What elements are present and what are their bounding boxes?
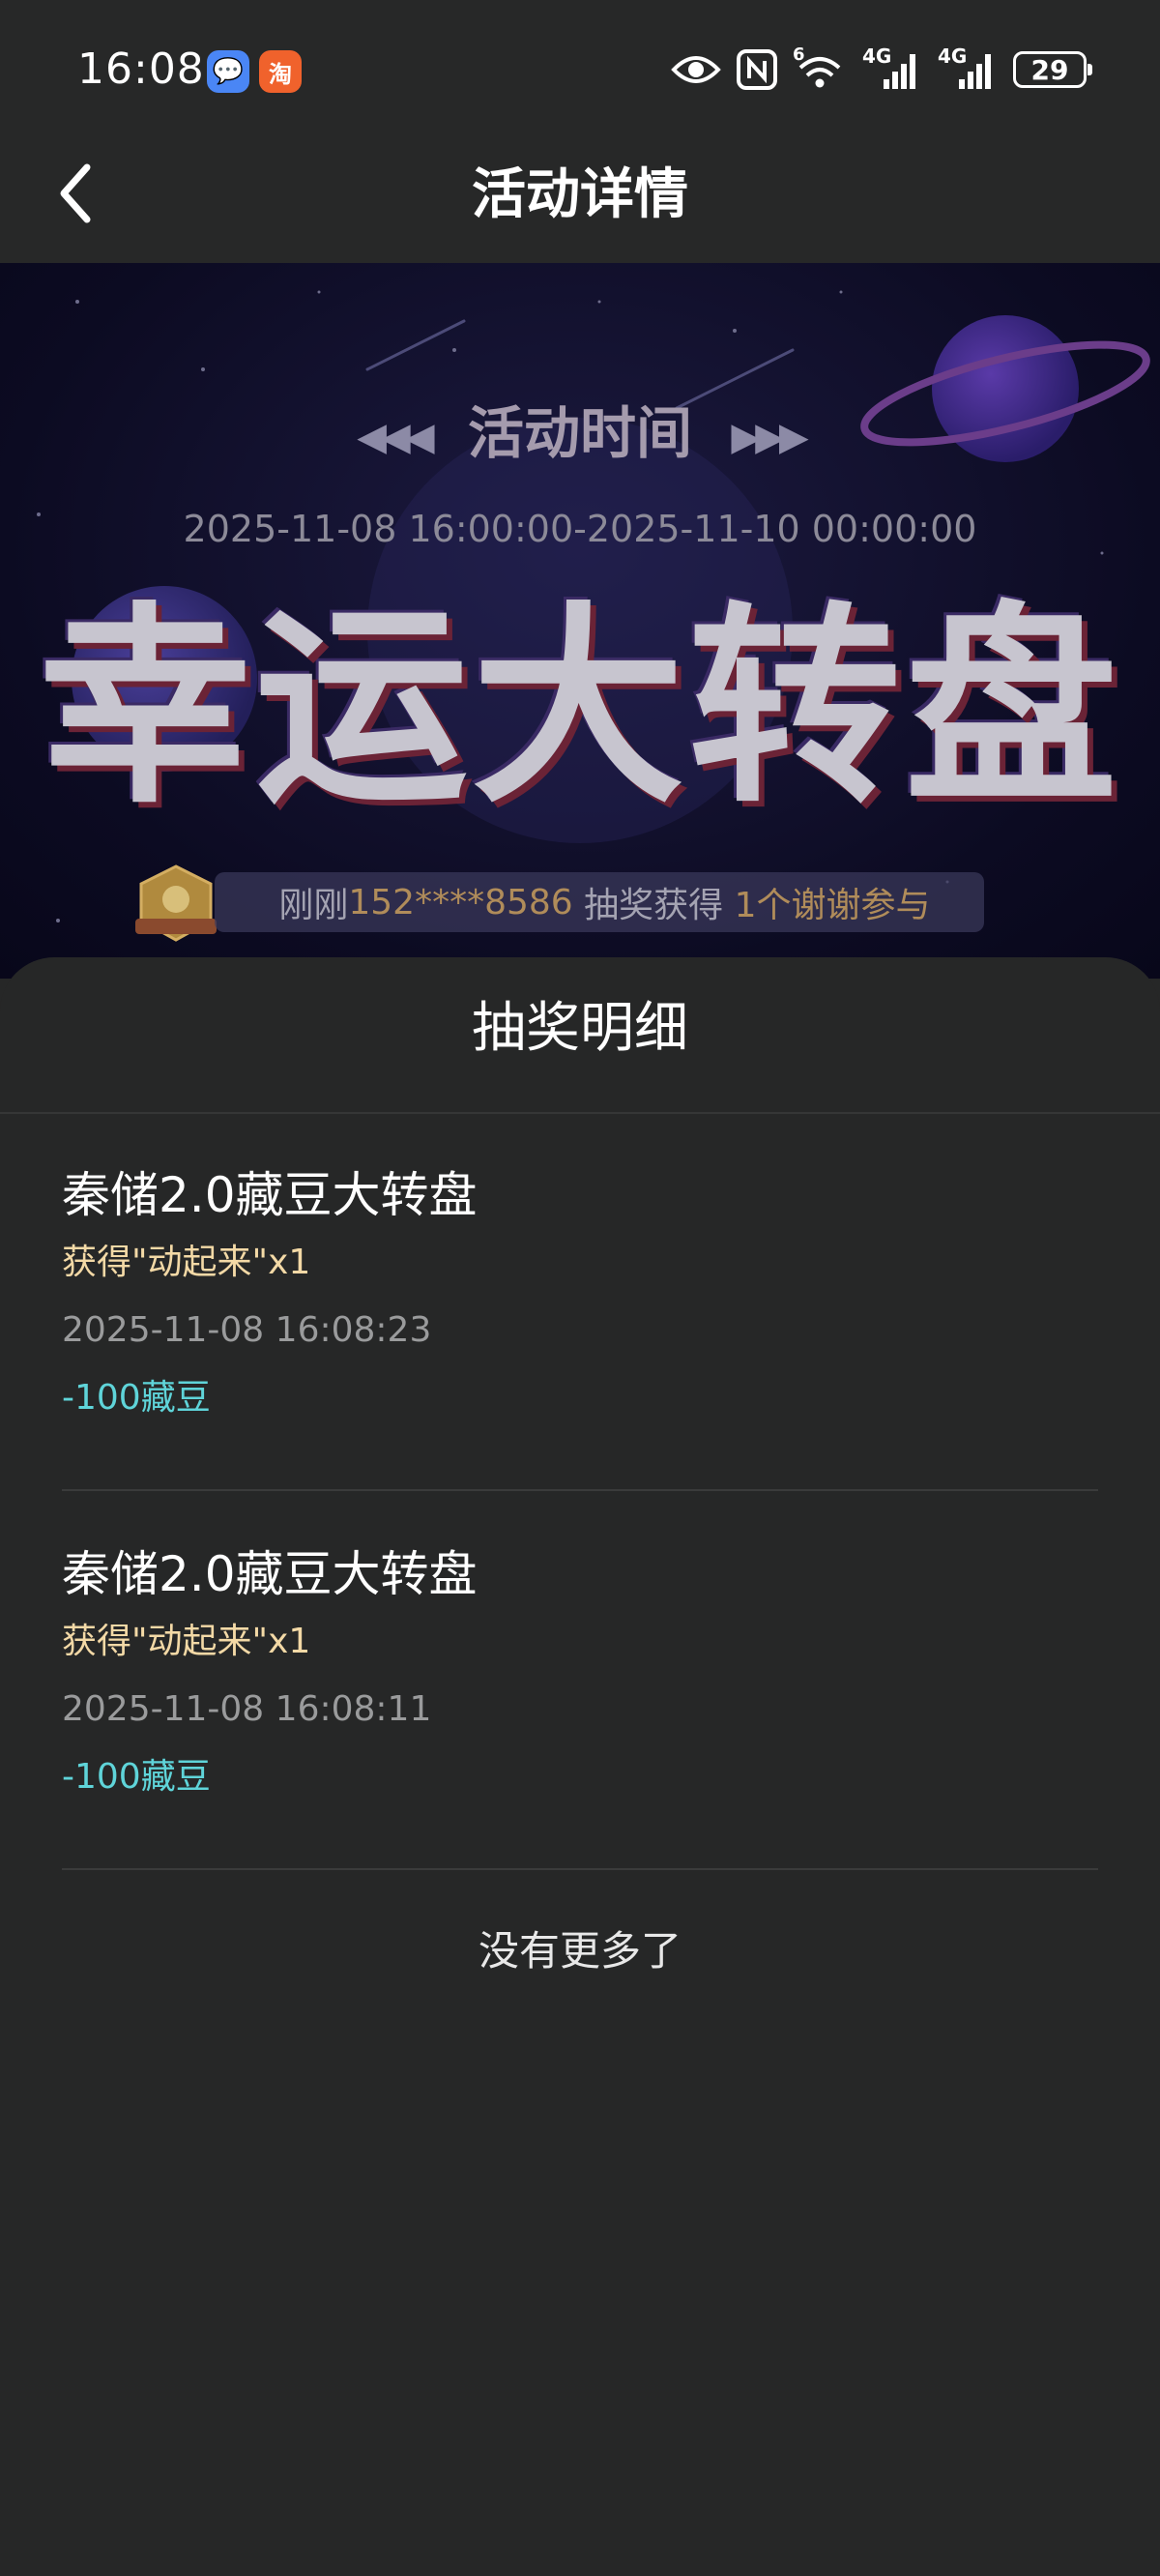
record-cost: -100藏豆 (62, 1378, 211, 1418)
wifi-icon: 6 (793, 44, 847, 91)
battery-level: 29 (1030, 53, 1069, 86)
status-time: 16:08 (77, 44, 205, 94)
sheet-title: 抽奖明细 (472, 997, 688, 1060)
record-time: 2025-11-08 16:08:23 (62, 1310, 432, 1350)
activity-banner: ◀◀◀ 活动时间 ▶▶▶ 2025-11-08 16:00:00-2025-11… (0, 263, 1160, 979)
sim1-signal-icon: 4G (862, 44, 922, 91)
activity-time-label: ◀◀◀ 活动时间 ▶▶▶ (0, 398, 1160, 472)
record-time: 2025-11-08 16:08:11 (62, 1689, 432, 1729)
marquee-middle: 抽奖获得 (572, 886, 735, 925)
taobao-app-icon: 淘 (259, 50, 302, 93)
winner-marquee: 刚刚 152****8586 抽奖获得 1个谢谢参与 (215, 872, 984, 932)
battery-icon: 29 (1013, 51, 1092, 88)
status-bar: 16:08 💬 淘 6 4G 4G 29 (0, 0, 1160, 126)
nav-bar: 活动详情 (0, 126, 1160, 263)
list-item: 秦储2.0藏豆大转盘 获得"动起来"x1 2025-11-08 16:08:11… (62, 1543, 1098, 1800)
record-divider (62, 1489, 1098, 1491)
right-arrows-icon: ▶▶▶ (731, 414, 808, 459)
activity-time-text: 活动时间 (467, 400, 692, 466)
record-prize: 获得"动起来"x1 (62, 1243, 311, 1282)
nfc-icon (737, 49, 777, 90)
medal-badge-icon (135, 864, 217, 942)
sheet-divider (0, 1112, 1160, 1114)
record-title: 秦储2.0藏豆大转盘 (62, 1167, 478, 1223)
status-indicators: 6 4G 4G 29 (671, 44, 1092, 93)
no-more-text: 没有更多了 (478, 1927, 682, 1975)
marquee-prefix: 刚刚 (278, 886, 349, 925)
eye-icon (671, 56, 721, 83)
activity-time-range: 2025-11-08 16:00:00-2025-11-10 00:00:00 (183, 508, 977, 550)
record-cost: -100藏豆 (62, 1757, 211, 1797)
draw-details-sheet: 抽奖明细 秦储2.0藏豆大转盘 获得"动起来"x1 2025-11-08 16:… (0, 957, 1160, 2576)
sim2-signal-icon: 4G (938, 44, 998, 91)
marquee-phone: 152****8586 (348, 882, 573, 922)
record-divider (62, 1868, 1098, 1870)
banner-title: 幸运大转盘 (38, 584, 1121, 832)
record-prize: 获得"动起来"x1 (62, 1622, 311, 1661)
marquee-prize: 1个谢谢参与 (734, 886, 931, 925)
message-app-icon: 💬 (207, 50, 249, 93)
page-title: 活动详情 (472, 163, 688, 226)
left-arrows-icon: ◀◀◀ (357, 414, 434, 459)
record-title: 秦储2.0藏豆大转盘 (62, 1546, 478, 1602)
list-item: 秦储2.0藏豆大转盘 获得"动起来"x1 2025-11-08 16:08:23… (62, 1164, 1098, 1421)
